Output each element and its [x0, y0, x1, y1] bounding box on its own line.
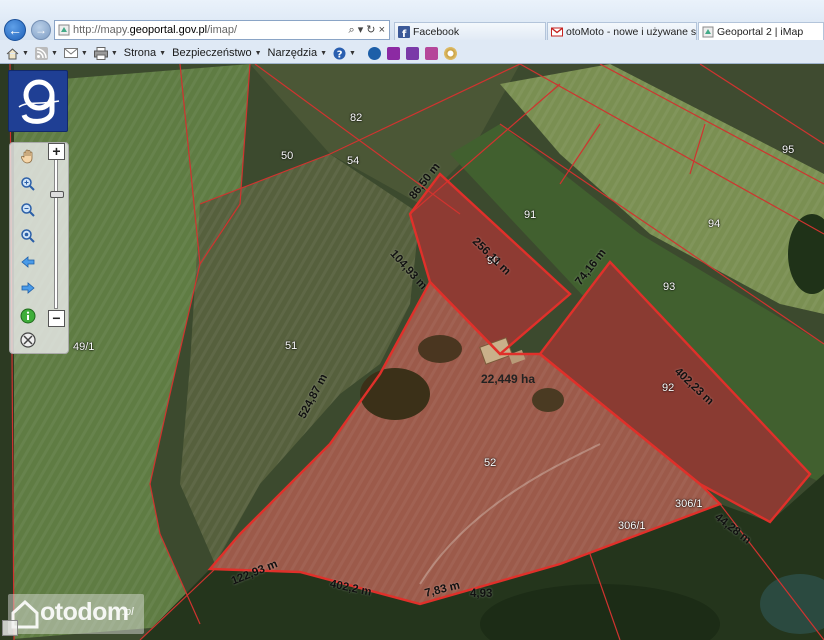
navigation-bar: ← → http://mapy.geoportal.gov.pl/imap/ ⌕… — [0, 0, 824, 41]
command-bar: ▼ ▼ ▼ ▼ Strona ▼ Bezpieczeństwo ▼ Narzędzi… — [0, 42, 824, 64]
navigate-tool[interactable] — [19, 331, 37, 349]
map-toolbar: + − — [9, 142, 69, 354]
menu-bezpieczenstwo-label: Bezpieczeństwo — [172, 47, 252, 59]
addon-two-icon[interactable] — [405, 46, 419, 60]
tab-label: Facebook — [413, 26, 460, 38]
parcel-number-92: 92 — [662, 382, 675, 394]
parcel-number-91: 91 — [524, 209, 537, 221]
parcel-number-306-1-b: 306/1 — [618, 520, 646, 532]
address-bar[interactable]: http://mapy.geoportal.gov.pl/imap/ ⌕ ▾ ↻… — [54, 20, 390, 40]
info-icon — [20, 308, 36, 324]
zoom-slider-handle[interactable] — [50, 190, 64, 198]
rss-icon — [34, 46, 48, 60]
printer-icon — [93, 46, 108, 60]
help-button[interactable]: ? ▼ — [333, 47, 356, 60]
hp-icon[interactable] — [367, 46, 381, 60]
back-button[interactable]: ← — [4, 19, 26, 41]
address-domain: geoportal.gov.pl — [129, 24, 208, 36]
zoom-window-tool[interactable] — [19, 175, 37, 193]
forward-button[interactable]: → — [31, 20, 51, 40]
tab-label: otoMoto - nowe i używane sa... — [566, 26, 697, 38]
tree-cluster-c — [532, 388, 564, 412]
menu-strona[interactable]: Strona ▼ — [124, 47, 166, 59]
svg-text:f: f — [402, 29, 407, 38]
parcel-number-82: 82 — [350, 112, 363, 124]
menu-bezpieczenstwo[interactable]: Bezpieczeństwo ▼ — [172, 47, 261, 59]
address-tools[interactable]: ⌕ ▾ ↻ × — [349, 21, 386, 39]
tab-otomoto[interactable]: otoMoto - nowe i używane sa... — [547, 22, 697, 40]
tree-cluster-a — [360, 368, 430, 420]
parcel-number-50: 50 — [281, 150, 294, 162]
menu-strona-label: Strona — [123, 47, 157, 59]
layers-toggle-button[interactable] — [2, 620, 18, 636]
home-icon — [6, 47, 19, 59]
address-path: /imap/ — [207, 24, 238, 36]
menu-narzedzia-label: Narzędzia — [267, 47, 318, 59]
browser-chrome: ← → http://mapy.geoportal.gov.pl/imap/ ⌕… — [0, 0, 824, 64]
geoportal-icon — [702, 26, 714, 38]
map-canvas — [0, 64, 824, 640]
geoportal-logo[interactable] — [8, 70, 68, 132]
geoportal-g-icon — [18, 79, 60, 124]
print-button[interactable]: ▼ — [93, 46, 118, 60]
address-prefix: http://mapy. — [73, 24, 130, 36]
orthophoto-map[interactable]: 82 50 54 95 91 94 90 93 49/1 51 92 52 30… — [0, 64, 824, 640]
parcel-number-95: 95 — [782, 144, 795, 156]
feeds-button[interactable]: ▼ — [34, 46, 58, 60]
hand-icon — [21, 149, 33, 164]
pan-tool[interactable] — [19, 147, 37, 165]
parcel-number-49-1: 49/1 — [73, 341, 95, 353]
zoom-out-icon — [21, 203, 35, 217]
arrow-right-icon: → — [35, 23, 47, 37]
menu-narzedzia[interactable]: Narzędzia ▼ — [268, 47, 327, 59]
help-icon: ? — [333, 47, 346, 60]
zoom-out-tool[interactable] — [19, 201, 37, 219]
home-button[interactable]: ▼ — [6, 47, 29, 60]
tab-label: Geoportal 2 | iMap — [717, 26, 804, 38]
zoom-slider-track[interactable] — [54, 159, 58, 309]
otodom-watermark: otodom .pl — [8, 594, 144, 634]
arrow-right-blue-icon — [21, 282, 35, 294]
page-icon — [58, 24, 70, 36]
zoom-out-button[interactable]: − — [48, 310, 65, 327]
parcel-number-94: 94 — [708, 218, 721, 230]
parcel-number-51: 51 — [285, 340, 298, 352]
next-view-tool[interactable] — [19, 279, 37, 297]
addon-three-icon[interactable] — [424, 46, 438, 60]
compass-icon — [20, 332, 36, 348]
watermark-tld: .pl — [122, 606, 134, 618]
watermark-brand: otodom — [40, 598, 129, 626]
zoom-in-button[interactable]: + — [48, 143, 65, 160]
mail-button[interactable]: ▼ — [63, 47, 88, 59]
svg-text:?: ? — [337, 49, 343, 60]
zoom-extent-tool[interactable] — [19, 227, 37, 245]
mail-icon — [63, 48, 78, 58]
parcel-number-306-1-a: 306/1 — [675, 498, 703, 510]
arrow-left-blue-icon — [21, 256, 35, 268]
arrow-left-icon: ← — [8, 22, 22, 38]
facebook-icon: f — [398, 26, 410, 38]
parcel-number-54: 54 — [347, 155, 360, 167]
previous-view-tool[interactable] — [19, 253, 37, 271]
parcel-number-52: 52 — [484, 457, 497, 469]
settings-gear-icon[interactable] — [443, 46, 457, 60]
measurement-4-93: 4,93 — [470, 588, 493, 600]
tab-geoportal[interactable]: Geoportal 2 | iMap — [698, 22, 824, 40]
tab-facebook[interactable]: f Facebook — [394, 22, 546, 40]
info-tool[interactable] — [19, 307, 37, 325]
tree-cluster-b — [418, 335, 462, 363]
gmail-icon — [551, 27, 563, 37]
zoom-rectangle-icon — [21, 177, 35, 191]
zoom-full-extent-icon — [21, 229, 35, 243]
area-label: 22,449 ha — [481, 372, 536, 386]
addon-one-icon[interactable] — [386, 46, 400, 60]
parcel-number-93: 93 — [663, 281, 676, 293]
